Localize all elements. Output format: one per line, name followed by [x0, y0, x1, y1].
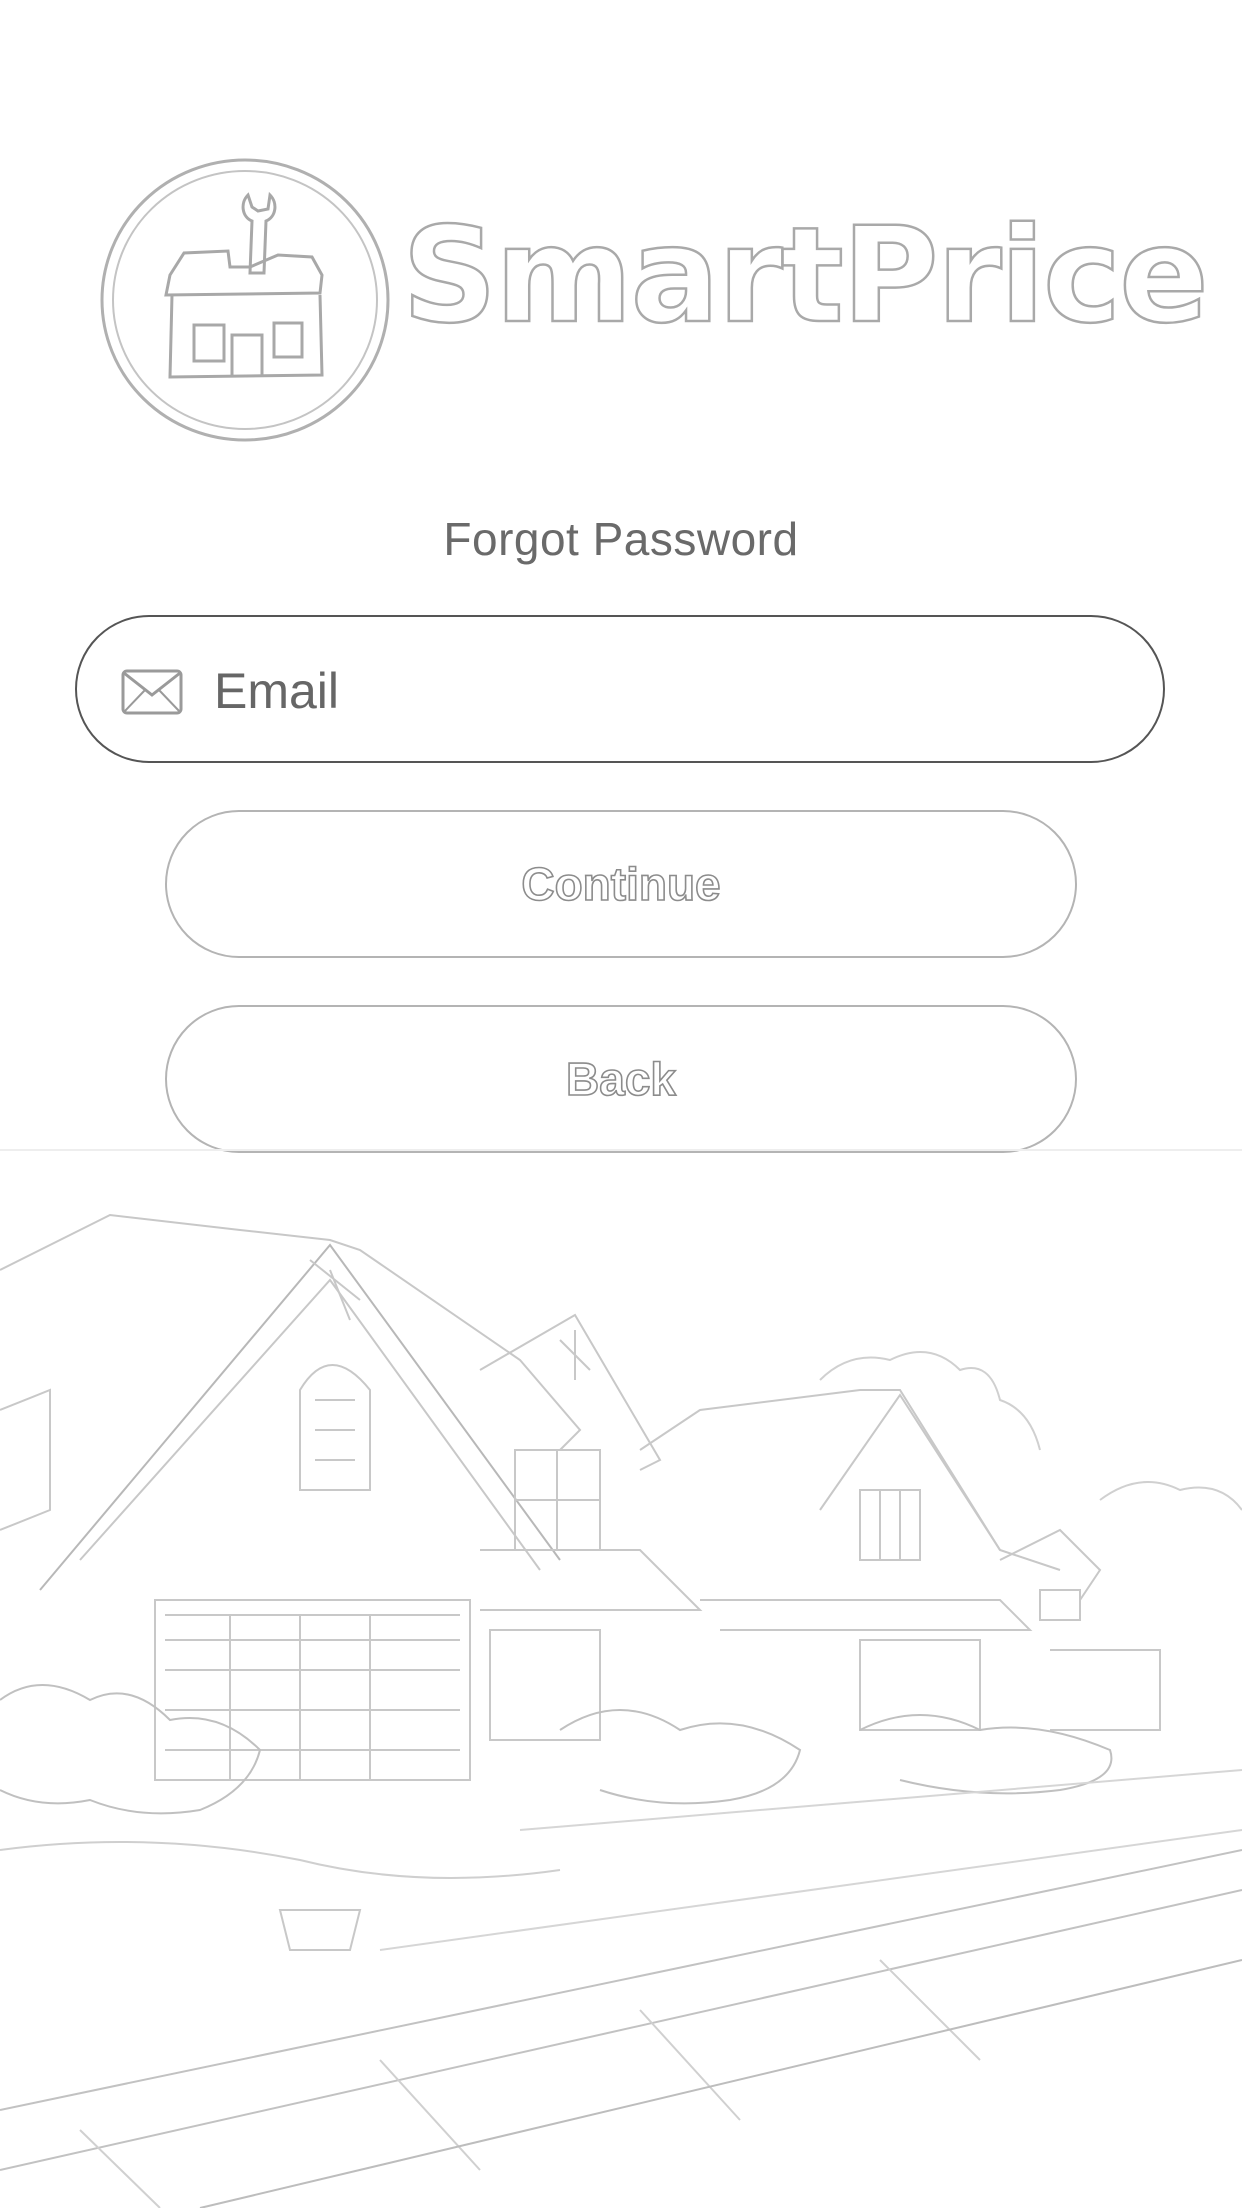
- page-title: Forgot Password: [443, 513, 799, 565]
- continue-button[interactable]: Continue: [165, 810, 1077, 958]
- house-tools-logo-icon: [100, 158, 390, 442]
- envelope-icon: [121, 669, 183, 715]
- email-field[interactable]: [75, 615, 1165, 763]
- brand-wordmark: SmartPrice: [401, 199, 1210, 353]
- app-logo: SmartPrice: [100, 155, 1210, 445]
- email-input[interactable]: [212, 647, 1116, 735]
- house-sketch-illustration: [0, 1149, 1242, 2208]
